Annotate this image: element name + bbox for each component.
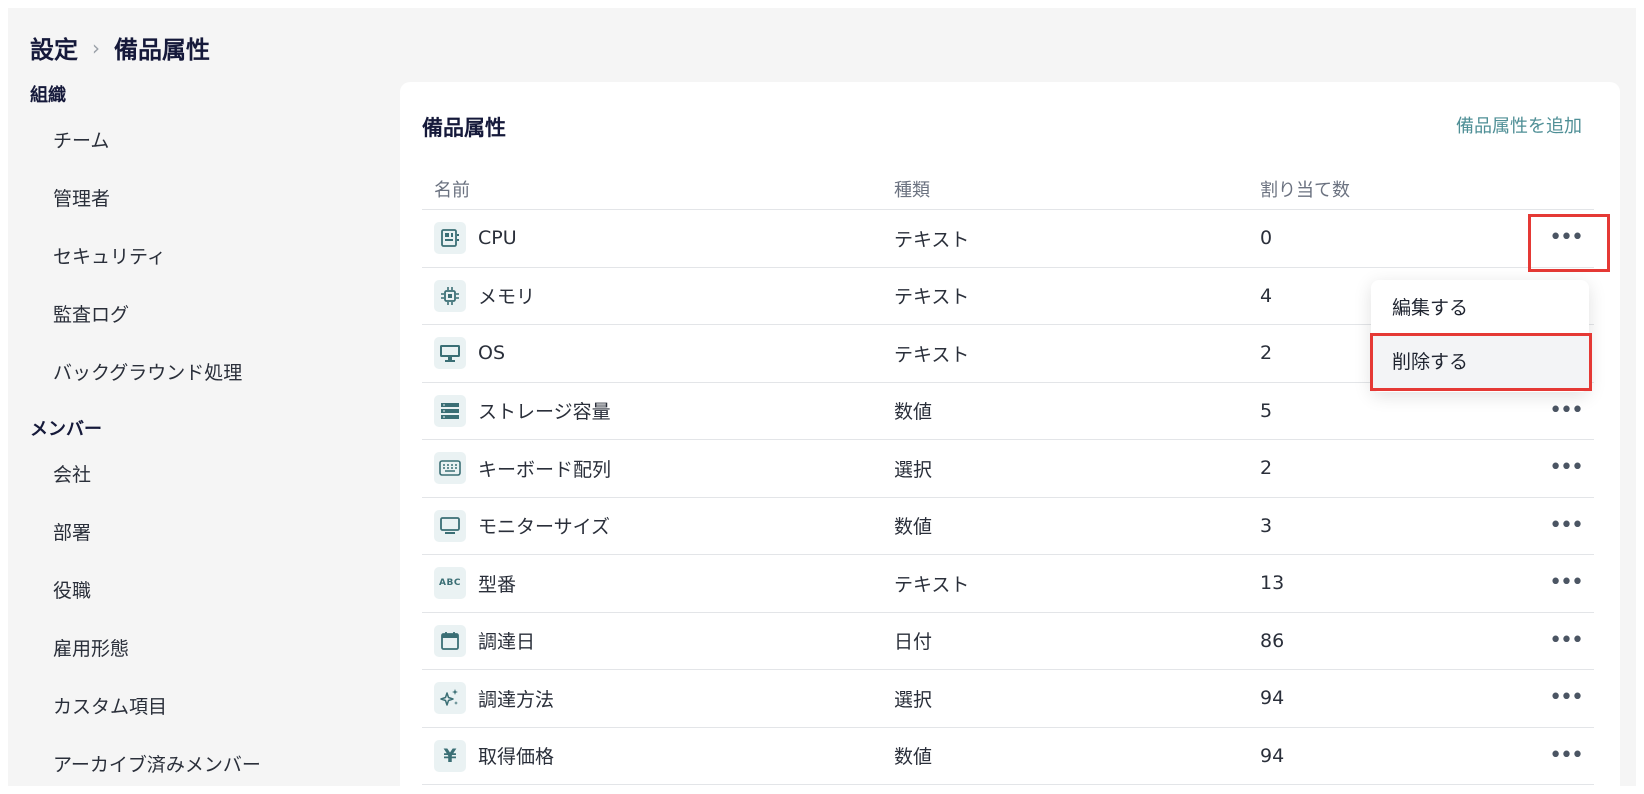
storage-icon: [434, 394, 466, 427]
more-options-icon[interactable]: •••: [1549, 744, 1584, 767]
column-header-type: 種類: [894, 179, 930, 201]
row-type: 数値: [894, 401, 933, 424]
monitor-icon: [434, 509, 466, 542]
row-type: テキスト: [894, 228, 970, 251]
row-count: 2: [1260, 457, 1273, 480]
row-type: 数値: [894, 746, 933, 769]
sidebar: 組織 チーム 管理者 セキュリティ 監査ログ バックグラウンド処理 メンバー 会…: [8, 80, 368, 786]
row-type: テキスト: [894, 573, 970, 596]
keyboard-icon: [434, 452, 466, 485]
row-name: 調達日: [478, 631, 536, 654]
sparkle-icon: [434, 682, 466, 715]
more-options-icon[interactable]: •••: [1549, 572, 1584, 594]
table-row[interactable]: 調達方法 選択 94 •••: [422, 670, 1594, 728]
row-type: テキスト: [894, 286, 970, 309]
attributes-card: 備品属性 備品属性を追加 名前 種類 割り当て数 CPU テキスト 0 •••: [400, 82, 1620, 786]
table-header: 名前 種類 割り当て数: [422, 168, 1594, 210]
delete-highlight: [1370, 333, 1592, 391]
table-row[interactable]: 調達日 日付 86 •••: [422, 613, 1594, 670]
yen-icon: ¥: [434, 739, 466, 772]
breadcrumb-separator: ›: [92, 35, 100, 60]
sidebar-item-position[interactable]: 役職: [8, 562, 368, 620]
sidebar-section-members: メンバー: [30, 419, 102, 440]
sidebar-item-company[interactable]: 会社: [8, 446, 368, 504]
add-attribute-button[interactable]: 備品属性を追加: [1456, 112, 1582, 138]
sidebar-item-admins[interactable]: 管理者: [8, 170, 368, 228]
row-type: 数値: [894, 516, 933, 539]
column-header-count: 割り当て数: [1260, 179, 1350, 201]
row-name: ストレージ容量: [478, 401, 611, 424]
row-count: 5: [1260, 399, 1273, 422]
table-row[interactable]: キーボード配列 選択 2 •••: [422, 440, 1594, 498]
row-count: 94: [1260, 744, 1285, 767]
sidebar-item-team[interactable]: チーム: [8, 112, 368, 170]
row-name: 取得価格: [478, 746, 555, 769]
breadcrumb-current: 備品属性: [114, 36, 210, 64]
row-count: 86: [1260, 629, 1285, 652]
row-count: 13: [1260, 572, 1285, 595]
row-type: 選択: [894, 688, 933, 711]
row-name: キーボード配列: [478, 458, 612, 481]
row-name: OS: [478, 342, 506, 365]
table-row[interactable]: ABC 型番 テキスト 13 •••: [422, 555, 1594, 613]
more-options-icon[interactable]: •••: [1549, 457, 1584, 479]
memory-chip-icon: [434, 279, 466, 312]
sidebar-item-security[interactable]: セキュリティ: [8, 228, 368, 286]
abc-icon: ABC: [434, 567, 466, 600]
sidebar-item-archived-members[interactable]: アーカイブ済みメンバー: [8, 736, 368, 786]
more-options-highlight: [1528, 214, 1610, 272]
row-type: 選択: [894, 458, 933, 481]
row-count: 3: [1260, 514, 1273, 537]
table-row[interactable]: モニターサイズ 数値 3 •••: [422, 498, 1594, 555]
row-name: モニターサイズ: [478, 516, 611, 539]
breadcrumb: 設定 › 備品属性: [30, 30, 210, 65]
row-count: 0: [1260, 227, 1273, 250]
row-name: CPU: [478, 227, 517, 250]
sidebar-item-audit-log[interactable]: 監査ログ: [8, 286, 368, 344]
row-count: 94: [1260, 687, 1285, 710]
app-frame: 設定 › 備品属性 組織 チーム 管理者 セキュリティ 監査ログ バックグラウン…: [8, 8, 1636, 786]
sidebar-item-department[interactable]: 部署: [8, 504, 368, 562]
table-row[interactable]: CPU テキスト 0 •••: [422, 210, 1594, 268]
more-options-icon[interactable]: •••: [1549, 687, 1584, 709]
row-name: 調達方法: [478, 688, 555, 711]
edit-menu-item[interactable]: 編集する: [1371, 282, 1589, 334]
more-options-icon[interactable]: •••: [1549, 399, 1584, 422]
more-options-icon[interactable]: •••: [1549, 514, 1584, 537]
sidebar-item-custom-fields[interactable]: カスタム項目: [8, 678, 368, 736]
breadcrumb-settings[interactable]: 設定: [30, 30, 78, 65]
sidebar-section-organization: 組織: [30, 85, 66, 106]
cpu-icon: [434, 222, 466, 255]
column-header-name: 名前: [434, 179, 470, 201]
row-name: 型番: [478, 573, 517, 596]
table-row[interactable]: ¥ 取得価格 数値 94 •••: [422, 728, 1594, 785]
attributes-table: 名前 種類 割り当て数 CPU テキスト 0 ••• メモリ テキスト 4 OS…: [422, 168, 1594, 785]
sidebar-item-employment-type[interactable]: 雇用形態: [8, 620, 368, 678]
calendar-icon: [434, 624, 466, 657]
row-type: 日付: [894, 631, 933, 654]
card-title: 備品属性: [422, 116, 506, 140]
row-type: テキスト: [894, 343, 970, 366]
row-name: メモリ: [478, 286, 536, 309]
more-options-icon[interactable]: •••: [1549, 629, 1584, 652]
desktop-icon: [434, 337, 466, 370]
sidebar-item-background-jobs[interactable]: バックグラウンド処理: [8, 344, 368, 402]
